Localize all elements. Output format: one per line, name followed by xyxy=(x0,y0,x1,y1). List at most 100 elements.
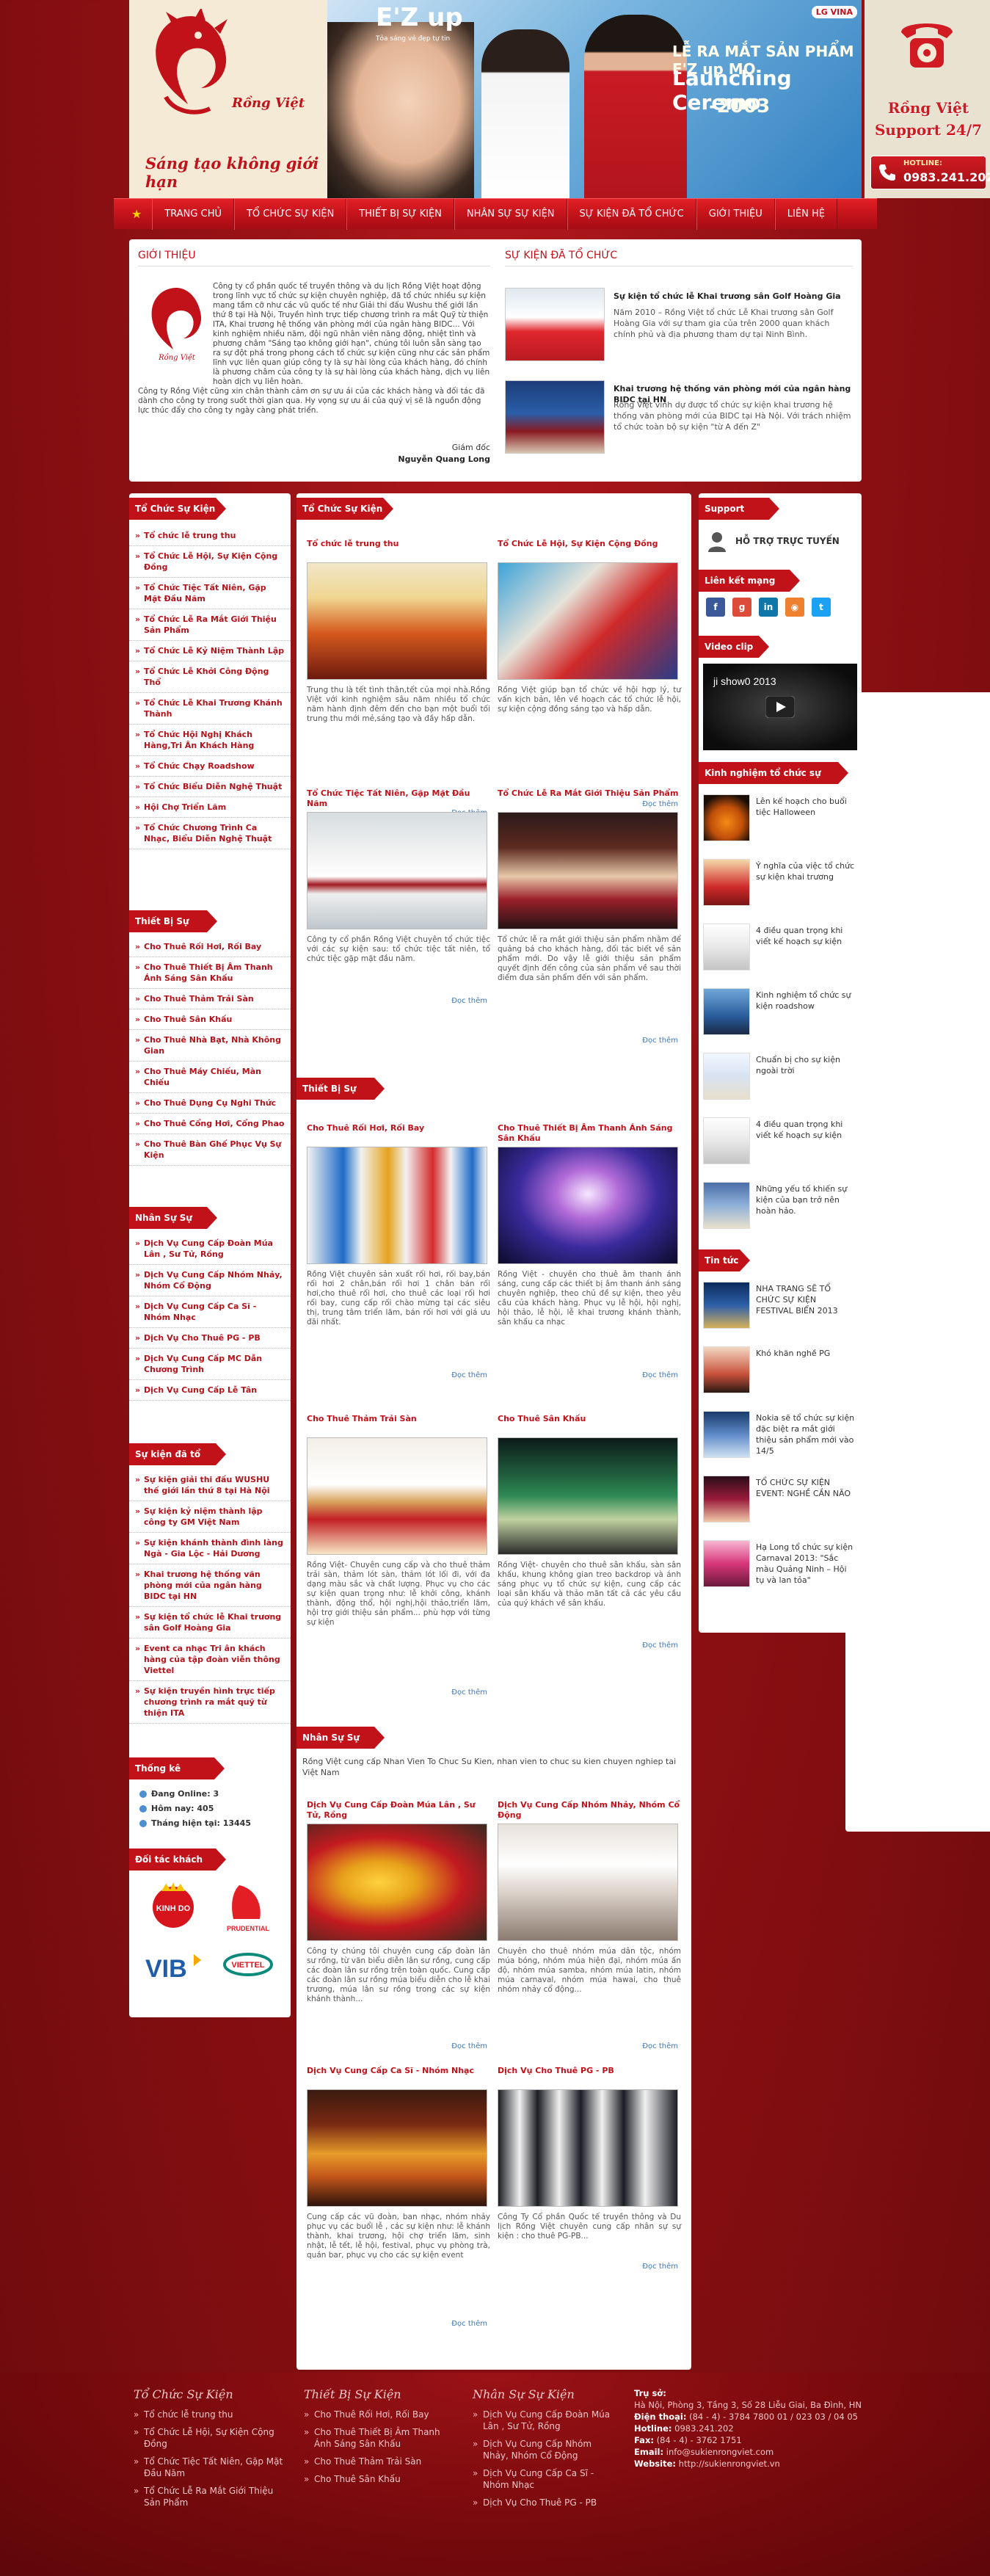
read-more-link[interactable]: Đọc thêm xyxy=(642,2042,678,2050)
sidebar-item[interactable]: Event ca nhạc Tri ân khách hàng của tập … xyxy=(129,1639,291,1681)
sidebar-item[interactable]: Tổ Chức Tiệc Tất Niên, Gặp Mặt Đầu Năm xyxy=(129,578,291,609)
news-title-link[interactable]: TỔ CHỨC SỰ KIỆN EVENT: NGHỀ CẦN NÃO xyxy=(756,1477,856,1499)
content-card[interactable]: Dịch Vụ Cung Cấp Nhóm Nhảy, Nhóm Cổ Động… xyxy=(498,1800,681,2050)
read-more-link[interactable]: Đọc thêm xyxy=(451,2320,487,2328)
card-image[interactable] xyxy=(498,562,678,680)
content-card[interactable]: Dịch Vụ Cung Cấp Đoàn Múa Lân , Sư Tử, R… xyxy=(307,1800,490,2050)
news-thumbnail[interactable] xyxy=(703,1346,750,1393)
sidebar-item[interactable]: Sự kiện kỷ niệm thành lập công ty GM Việ… xyxy=(129,1501,291,1533)
sidebar-item[interactable]: Dịch Vụ Cung Cấp MC Dẫn Chương Trình xyxy=(129,1349,291,1380)
news-thumbnail[interactable] xyxy=(703,1476,750,1523)
twitter-icon[interactable]: t xyxy=(812,598,831,617)
card-title[interactable]: Cho Thuê Thảm Trải Sàn xyxy=(307,1414,490,1434)
news-title-link[interactable]: Khó khăn nghề PG xyxy=(756,1348,856,1359)
experience-item[interactable]: Kinh nghiệm tổ chức sự kiện roadshow xyxy=(703,988,857,1040)
card-title[interactable]: Tổ Chức Tiệc Tất Niên, Gặp Mặt Đầu Năm xyxy=(307,788,490,809)
experience-title-link[interactable]: Ý nghĩa của việc tổ chức sự kiện khai tr… xyxy=(756,860,856,882)
card-image[interactable] xyxy=(307,562,487,680)
card-title[interactable]: Tổ chức lễ trung thu xyxy=(307,539,490,559)
content-card[interactable]: Dịch Vụ Cho Thuê PG - PB Công Ty Cổ phần… xyxy=(498,2066,681,2271)
experience-title-link[interactable]: Lên kế hoạch cho buổi tiệc Halloween xyxy=(756,796,856,818)
content-card[interactable]: Cho Thuê Thảm Trải Sàn Rồng Việt- Chuyên… xyxy=(307,1414,490,1697)
sidebar-item[interactable]: Sự kiện giải thi đấu WUSHU thế giới lần … xyxy=(129,1470,291,1501)
nav-event-organization[interactable]: TỔ CHỨC SỰ KIỆN xyxy=(233,198,347,230)
read-more-link[interactable]: Đọc thêm xyxy=(451,1371,487,1379)
sidebar-item[interactable]: Cho Thuê Máy Chiếu, Màn Chiếu xyxy=(129,1062,291,1093)
logo[interactable]: Rồng Việt Sáng tạo không giới hạn xyxy=(129,0,327,198)
card-image[interactable] xyxy=(307,1824,487,1941)
sidebar-item[interactable]: Dịch Vụ Cung Cấp Đoàn Múa Lân , Sư Tử, R… xyxy=(129,1233,291,1265)
news-item[interactable]: TỔ CHỨC SỰ KIỆN EVENT: NGHỀ CẦN NÃO xyxy=(703,1476,857,1527)
video-player[interactable]: ji show0 2013 xyxy=(703,664,857,750)
sidebar-item[interactable]: Dịch Vụ Cho Thuê PG - PB xyxy=(129,1328,291,1349)
read-more-link[interactable]: Đọc thêm xyxy=(451,997,487,1005)
sidebar-item[interactable]: Hội Chợ Triển Lãm xyxy=(129,797,291,818)
sidebar-item[interactable]: Cho Thuê Thảm Trải Sàn xyxy=(129,989,291,1009)
sidebar-item[interactable]: Dịch Vụ Cung Cấp Lễ Tân xyxy=(129,1380,291,1401)
footer-link[interactable]: Dịch Vụ Cung Cấp Nhóm Nhảy, Nhóm Cổ Động xyxy=(473,2438,619,2461)
experience-thumbnail[interactable] xyxy=(703,1182,750,1229)
card-image[interactable] xyxy=(307,1147,487,1264)
card-title[interactable]: Cho Thuê Thiết Bị Âm Thanh Ánh Sáng Sân … xyxy=(498,1123,681,1144)
nav-about[interactable]: GIỚI THIỆU xyxy=(696,198,775,230)
news-title-link[interactable]: Nokia sẽ tổ chức sự kiện đặc biệt ra mắt… xyxy=(756,1412,856,1456)
sidebar-item[interactable]: Tổ Chức Biểu Diễn Nghệ Thuật xyxy=(129,777,291,797)
event-title[interactable]: Sự kiện tổ chức lễ Khai trương sân Golf … xyxy=(614,291,853,302)
card-image[interactable] xyxy=(498,2089,678,2207)
content-card[interactable]: Cho Thuê Sân Khấu Rồng Việt- chuyên cho … xyxy=(498,1414,681,1650)
sidebar-item[interactable]: Cho Thuê Dụng Cụ Nghi Thức xyxy=(129,1093,291,1114)
footer-link[interactable]: Tổ Chức Lễ Hội, Sự Kiện Cộng Đồng xyxy=(134,2426,288,2450)
news-item[interactable]: NHA TRANG SẼ TỔ CHỨC SỰ KIỆN FESTIVAL BI… xyxy=(703,1282,857,1333)
sidebar-item[interactable]: Tổ Chức Hội Nghị Khách Hàng,Tri Ân Khách… xyxy=(129,725,291,756)
card-title[interactable]: Dịch Vụ Cho Thuê PG - PB xyxy=(498,2066,681,2086)
experience-item[interactable]: Ý nghĩa của việc tổ chức sự kiện khai tr… xyxy=(703,859,857,910)
sidebar-item[interactable]: Tổ Chức Lễ Hội, Sự Kiện Cộng Đồng xyxy=(129,546,291,578)
rss-icon[interactable]: ◉ xyxy=(785,598,804,617)
card-title[interactable]: Cho Thuê Rối Hơi, Rối Bay xyxy=(307,1123,490,1144)
event-thumbnail[interactable] xyxy=(505,288,605,361)
card-image[interactable] xyxy=(498,1824,678,1941)
card-title[interactable]: Tổ Chức Lễ Hội, Sự Kiện Cộng Đồng xyxy=(498,539,681,559)
nav-contact[interactable]: LIÊN HỆ xyxy=(774,198,837,230)
sidebar-item[interactable]: Tổ Chức Chạy Roadshow xyxy=(129,756,291,777)
event-thumbnail[interactable] xyxy=(505,380,605,454)
linkedin-icon[interactable]: in xyxy=(759,598,778,617)
nav-past-events[interactable]: SỰ KIỆN ĐÃ TỔ CHỨC xyxy=(567,198,696,230)
read-more-link[interactable]: Đọc thêm xyxy=(642,1037,678,1045)
experience-thumbnail[interactable] xyxy=(703,1053,750,1100)
sidebar-item[interactable]: Cho Thuê Thiết Bị Âm Thanh Ánh Sáng Sân … xyxy=(129,957,291,989)
sidebar-item[interactable]: Khai trương hệ thống văn phòng mới của n… xyxy=(129,1564,291,1607)
experience-title-link[interactable]: Kinh nghiệm tổ chức sự kiện roadshow xyxy=(756,990,856,1012)
experience-title-link[interactable]: 4 điều quan trọng khi viết kế hoạch sự k… xyxy=(756,925,856,947)
sidebar-item[interactable]: Tổ Chức Lễ Khởi Công Động Thổ xyxy=(129,661,291,693)
card-title[interactable]: Tổ Chức Lễ Ra Mắt Giới Thiệu Sản Phẩm xyxy=(498,788,681,809)
news-item[interactable]: Nokia sẽ tổ chức sự kiện đặc biệt ra mắt… xyxy=(703,1411,857,1462)
news-item[interactable]: Hạ Long tổ chức sự kiện Carnaval 2013: "… xyxy=(703,1540,857,1592)
sidebar-item[interactable]: Cho Thuê Sân Khấu xyxy=(129,1009,291,1030)
experience-item[interactable]: Chuẩn bị cho sự kiện ngoài trời xyxy=(703,1053,857,1104)
footer-link[interactable]: Tổ chức lễ trung thu xyxy=(134,2409,288,2420)
read-more-link[interactable]: Đọc thêm xyxy=(451,2042,487,2050)
sidebar-item[interactable]: Sự kiện tổ chức lễ Khai trương sân Golf … xyxy=(129,1607,291,1639)
footer-link[interactable]: Dịch Vụ Cho Thuê PG - PB xyxy=(473,2497,619,2508)
experience-thumbnail[interactable] xyxy=(703,1117,750,1164)
contact-website[interactable]: http://sukienrongviet.vn xyxy=(679,2459,780,2469)
sidebar-item[interactable]: Dịch Vụ Cung Cấp Ca Sĩ - Nhóm Nhạc xyxy=(129,1296,291,1328)
card-title[interactable]: Dịch Vụ Cung Cấp Nhóm Nhảy, Nhóm Cổ Động xyxy=(498,1800,681,1821)
card-image[interactable] xyxy=(307,812,487,929)
news-title-link[interactable]: NHA TRANG SẼ TỔ CHỨC SỰ KIỆN FESTIVAL BI… xyxy=(756,1283,856,1316)
experience-title-link[interactable]: Những yếu tố khiến sự kiện của bạn trở n… xyxy=(756,1183,856,1216)
sidebar-item[interactable]: Cho Thuê Rối Hơi, Rối Bay xyxy=(129,937,291,957)
news-title-link[interactable]: Hạ Long tổ chức sự kiện Carnaval 2013: "… xyxy=(756,1542,856,1586)
card-image[interactable] xyxy=(307,2089,487,2207)
play-icon[interactable] xyxy=(765,696,795,718)
experience-title-link[interactable]: Chuẩn bị cho sự kiện ngoài trời xyxy=(756,1054,856,1076)
footer-link[interactable]: Cho Thuê Thiết Bị Âm Thanh Ánh Sáng Sân … xyxy=(304,2426,458,2450)
sidebar-item[interactable]: Tổ Chức Lễ Ra Mắt Giới Thiệu Sản Phẩm xyxy=(129,609,291,641)
footer-link[interactable]: Tổ Chức Lễ Ra Mắt Giới Thiệu Sản Phẩm xyxy=(134,2485,288,2508)
footer-link[interactable]: Cho Thuê Rối Hơi, Rối Bay xyxy=(304,2409,458,2420)
header-banner[interactable]: E'Z up Tỏa sáng vẻ đẹp tự tin LỄ RA MẮT … xyxy=(327,0,862,198)
experience-thumbnail[interactable] xyxy=(703,988,750,1035)
sidebar-item[interactable]: Cho Thuê Nhà Bạt, Nhà Không Gian xyxy=(129,1030,291,1062)
contact-email[interactable]: info@sukienrongviet.com xyxy=(666,2447,774,2457)
